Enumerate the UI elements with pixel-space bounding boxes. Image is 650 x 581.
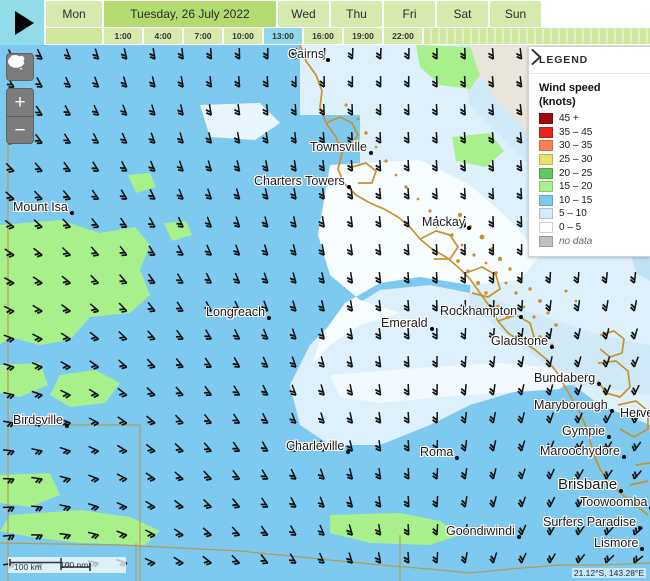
legend-row-5: 15 – 20 bbox=[539, 180, 641, 194]
hour-cell-7[interactable]: 22:00 bbox=[384, 28, 422, 44]
legend-label-1: 35 – 45 bbox=[559, 126, 593, 138]
legend-label-3: 25 – 30 bbox=[559, 154, 593, 166]
legend-row-2: 30 – 35 bbox=[539, 139, 641, 153]
hour-cell-4[interactable]: 13:00 bbox=[264, 28, 302, 44]
legend-subtitle-line1: Wind speed bbox=[539, 82, 601, 94]
map-controls: + − bbox=[6, 53, 34, 144]
legend-row-9: no data bbox=[539, 234, 641, 248]
legend-subtitle-line2: (knots) bbox=[539, 96, 576, 108]
scale-bar: 100 km 100 nmi bbox=[8, 557, 126, 573]
legend-swatch-7 bbox=[539, 208, 553, 220]
legend-label-8: 0 – 5 bbox=[559, 222, 582, 234]
legend-swatch-9 bbox=[539, 235, 553, 247]
timeline-bar: Mon Tuesday, 26 July 2022 Wed Thu Fri Sat Sun … bbox=[0, 0, 650, 45]
reset-view-button[interactable] bbox=[6, 53, 34, 81]
day-tab-5[interactable]: Sat bbox=[437, 1, 488, 27]
legend-swatch-5 bbox=[539, 181, 553, 193]
legend-swatch-4 bbox=[539, 167, 553, 179]
legend-title: LEGEND bbox=[539, 54, 589, 66]
hour-cell-5[interactable]: 16:00 bbox=[304, 28, 342, 44]
legend-body: Wind speed (knots) 45 +35 – 45 30 – 35 25 … bbox=[529, 74, 650, 256]
legend-label-7: 5 – 10 bbox=[559, 208, 587, 220]
scale-bar-graphic bbox=[9, 558, 91, 571]
legend-row-4: 20 – 25 bbox=[539, 166, 641, 180]
legend-swatch-0 bbox=[539, 113, 553, 125]
day-tab-0[interactable]: Mon bbox=[46, 1, 102, 27]
hour-cell-2[interactable]: 7:00 bbox=[184, 28, 222, 44]
legend-header[interactable]: LEGEND bbox=[529, 47, 650, 74]
day-tab-2[interactable]: Wed bbox=[278, 1, 329, 27]
hour-cell-1[interactable]: 4:00 bbox=[144, 28, 182, 44]
legend-swatch-3 bbox=[539, 154, 553, 166]
legend-label-9: no data bbox=[559, 235, 593, 247]
legend-entries: 45 +35 – 45 30 – 35 25 – 30 20 – 25 15 – 20 1… bbox=[539, 112, 641, 248]
legend-swatch-8 bbox=[539, 222, 553, 234]
map-canvas[interactable]: + − LEGEND Wind speed (knots) 45 +35 – 4… bbox=[0, 45, 650, 581]
legend-row-8: 0 – 5 bbox=[539, 221, 641, 235]
play-button[interactable] bbox=[0, 0, 44, 45]
legend-swatch-6 bbox=[539, 194, 553, 206]
hour-cell-3[interactable]: 10:00 bbox=[224, 28, 262, 44]
legend-swatch-1 bbox=[539, 126, 553, 138]
day-tab-4[interactable]: Fri bbox=[384, 1, 435, 27]
hour-strip: 1:00 4:00 7:00 10:00 13:00 16:00 19:00 22:00 bbox=[44, 28, 650, 45]
zoom-out-button[interactable]: − bbox=[6, 116, 34, 144]
coordinates-readout: 21.12°S, 143.28°E bbox=[571, 568, 646, 578]
day-tab-6[interactable]: Sun bbox=[490, 1, 541, 27]
australia-icon bbox=[8, 55, 25, 70]
legend-label-0: 45 + bbox=[559, 113, 579, 125]
legend-row-0: 45 + bbox=[539, 112, 641, 126]
hour-cell-6[interactable]: 19:00 bbox=[344, 28, 382, 44]
zoom-in-button[interactable]: + bbox=[6, 88, 34, 116]
day-tabs: Mon Tuesday, 26 July 2022 Wed Thu Fri Sat Sun bbox=[44, 0, 650, 28]
legend-row-6: 10 – 15 bbox=[539, 194, 641, 208]
legend-label-5: 15 – 20 bbox=[559, 181, 593, 193]
day-tab-3[interactable]: Thu bbox=[331, 1, 382, 27]
chevron-right-icon[interactable] bbox=[529, 47, 544, 67]
wind-forecast-map-app: Mon Tuesday, 26 July 2022 Wed Thu Fri Sat Sun … bbox=[0, 0, 650, 581]
day-tab-1[interactable]: Tuesday, 26 July 2022 bbox=[104, 1, 276, 27]
hour-strip-pad bbox=[46, 28, 102, 44]
hour-cell-0[interactable]: 1:00 bbox=[104, 28, 142, 44]
legend-swatch-2 bbox=[539, 140, 553, 152]
hour-strip-remainder[interactable] bbox=[424, 28, 650, 44]
legend-label-6: 10 – 15 bbox=[559, 194, 593, 206]
legend-row-7: 5 – 10 bbox=[539, 207, 641, 221]
play-icon bbox=[14, 10, 34, 35]
legend-label-2: 30 – 35 bbox=[559, 140, 593, 152]
legend-row-3: 25 – 30 bbox=[539, 153, 641, 167]
legend-label-4: 20 – 25 bbox=[559, 167, 593, 179]
legend-panel: LEGEND Wind speed (knots) 45 +35 – 45 30 … bbox=[528, 46, 650, 257]
legend-row-1: 35 – 45 bbox=[539, 126, 641, 140]
